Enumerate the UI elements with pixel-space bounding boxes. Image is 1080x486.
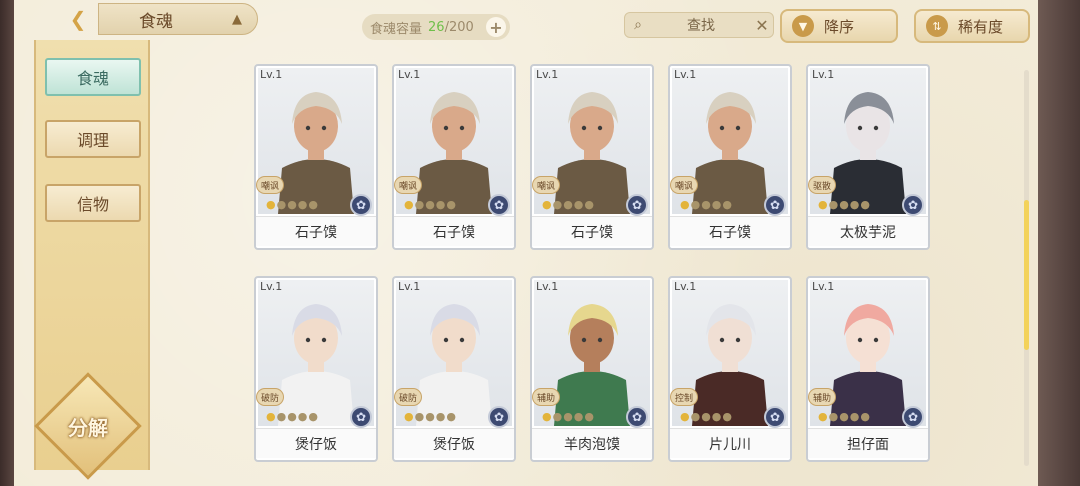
character-name: 石子馍: [256, 216, 376, 246]
capacity-display: 食魂容量 26/200 +: [362, 14, 510, 40]
food-soul-card[interactable]: Lv.1 辅助 ●●●●● ✿ 羊肉泡馍: [530, 276, 654, 462]
rank-emblem-icon: ✿: [626, 406, 648, 428]
tab-conditioning[interactable]: 调理: [45, 120, 141, 158]
tab-label: 调理: [76, 131, 109, 150]
right-frame-border: [1038, 0, 1080, 486]
food-soul-card[interactable]: Lv.1 嘲讽 ●●●●● ✿ 石子馍: [392, 64, 516, 250]
page-title: 食魂: [139, 11, 173, 32]
level-label: Lv.1: [536, 280, 559, 293]
rank-emblem-icon: ✿: [350, 194, 372, 216]
level-label: Lv.1: [398, 280, 421, 293]
level-label: Lv.1: [674, 68, 697, 81]
role-badge: 破防: [394, 388, 422, 406]
star-rating: ●●●●●: [542, 198, 596, 211]
character-name: 羊肉泡馍: [532, 428, 652, 458]
clear-search-icon[interactable]: ✕: [751, 16, 773, 35]
rank-emblem-icon: ✿: [488, 194, 510, 216]
star-rating: ●●●●●: [680, 198, 734, 211]
sort-order-button[interactable]: ▼ 降序: [780, 9, 898, 43]
top-bar: 食魂 ▲ ❮ 食魂容量 26/200 + ⌕ 查找 ✕ ▼ 降序 ⇅ 稀有度: [14, 0, 1038, 43]
add-capacity-button[interactable]: +: [486, 17, 506, 37]
role-badge: 嘲讽: [256, 176, 284, 194]
capacity-label: 食魂容量: [370, 21, 423, 37]
left-frame-border: [0, 0, 14, 486]
chef-hat-icon: ▲: [232, 12, 242, 27]
rank-emblem-icon: ✿: [764, 406, 786, 428]
level-label: Lv.1: [674, 280, 697, 293]
star-rating: ●●●●●: [680, 410, 734, 423]
decompose-label[interactable]: 分解: [50, 410, 126, 442]
role-badge: 嘲讽: [394, 176, 422, 194]
sort-order-label: 降序: [824, 17, 855, 36]
level-label: Lv.1: [812, 68, 835, 81]
role-badge: 嘲讽: [532, 176, 560, 194]
role-badge: 驱散: [808, 176, 836, 194]
food-soul-card[interactable]: Lv.1 驱散 ●●●●● ✿ 太极芋泥: [806, 64, 930, 250]
food-soul-card[interactable]: Lv.1 辅助 ●●●●● ✿ 担仔面: [806, 276, 930, 462]
search-label: 查找: [687, 18, 715, 34]
back-arrow-icon: ❮: [69, 7, 87, 31]
swap-icon: ⇅: [926, 15, 948, 37]
level-label: Lv.1: [260, 280, 283, 293]
capacity-total: /200: [444, 19, 474, 35]
back-button[interactable]: ❮: [48, 4, 108, 34]
level-label: Lv.1: [812, 280, 835, 293]
character-name: 石子馍: [670, 216, 790, 246]
sort-down-icon: ▼: [792, 15, 814, 37]
rank-emblem-icon: ✿: [350, 406, 372, 428]
food-soul-card[interactable]: Lv.1 破防 ●●●●● ✿ 煲仔饭: [254, 276, 378, 462]
character-name: 石子馍: [394, 216, 514, 246]
star-rating: ●●●●●: [818, 198, 872, 211]
star-rating: ●●●●●: [266, 198, 320, 211]
tab-label: 食魂: [76, 69, 109, 88]
search-icon: ⌕: [634, 17, 642, 33]
title-plate: 食魂 ▲: [98, 3, 258, 35]
rank-emblem-icon: ✿: [488, 406, 510, 428]
search-field[interactable]: ⌕ 查找 ✕: [624, 12, 774, 38]
sort-rarity-button[interactable]: ⇅ 稀有度: [914, 9, 1030, 43]
rank-emblem-icon: ✿: [626, 194, 648, 216]
tab-food-souls[interactable]: 食魂: [45, 58, 141, 96]
star-rating: ●●●●●: [404, 410, 458, 423]
tab-tokens[interactable]: 信物: [45, 184, 141, 222]
food-soul-card[interactable]: Lv.1 嘲讽 ●●●●● ✿ 石子馍: [254, 64, 378, 250]
role-badge: 破防: [256, 388, 284, 406]
role-badge: 嘲讽: [670, 176, 698, 194]
food-soul-card[interactable]: Lv.1 控制 ●●●●● ✿ 片儿川: [668, 276, 792, 462]
level-label: Lv.1: [260, 68, 283, 81]
star-rating: ●●●●●: [542, 410, 596, 423]
scroll-thumb[interactable]: [1024, 200, 1029, 350]
rank-emblem-icon: ✿: [902, 194, 924, 216]
rank-emblem-icon: ✿: [764, 194, 786, 216]
sidebar: 食魂 调理 信物 分解: [34, 40, 150, 480]
star-rating: ●●●●●: [266, 410, 320, 423]
food-soul-card[interactable]: Lv.1 嘲讽 ●●●●● ✿ 石子馍: [668, 64, 792, 250]
capacity-current: 26: [428, 19, 445, 35]
character-name: 片儿川: [670, 428, 790, 458]
character-name: 煲仔饭: [394, 428, 514, 458]
character-name: 煲仔饭: [256, 428, 376, 458]
food-soul-card[interactable]: Lv.1 嘲讽 ●●●●● ✿ 石子馍: [530, 64, 654, 250]
food-soul-card[interactable]: Lv.1 破防 ●●●●● ✿ 煲仔饭: [392, 276, 516, 462]
role-badge: 辅助: [808, 388, 836, 406]
role-badge: 控制: [670, 388, 698, 406]
level-label: Lv.1: [398, 68, 421, 81]
star-rating: ●●●●●: [404, 198, 458, 211]
character-name: 担仔面: [808, 428, 928, 458]
character-name: 太极芋泥: [808, 216, 928, 246]
star-rating: ●●●●●: [818, 410, 872, 423]
role-badge: 辅助: [532, 388, 560, 406]
rank-emblem-icon: ✿: [902, 406, 924, 428]
tab-label: 信物: [76, 195, 109, 214]
main-panel: 食魂 ▲ ❮ 食魂容量 26/200 + ⌕ 查找 ✕ ▼ 降序 ⇅ 稀有度 食…: [14, 0, 1038, 486]
character-name: 石子馍: [532, 216, 652, 246]
level-label: Lv.1: [536, 68, 559, 81]
sort-rarity-label: 稀有度: [958, 17, 1004, 36]
scrollbar[interactable]: [1024, 70, 1029, 466]
